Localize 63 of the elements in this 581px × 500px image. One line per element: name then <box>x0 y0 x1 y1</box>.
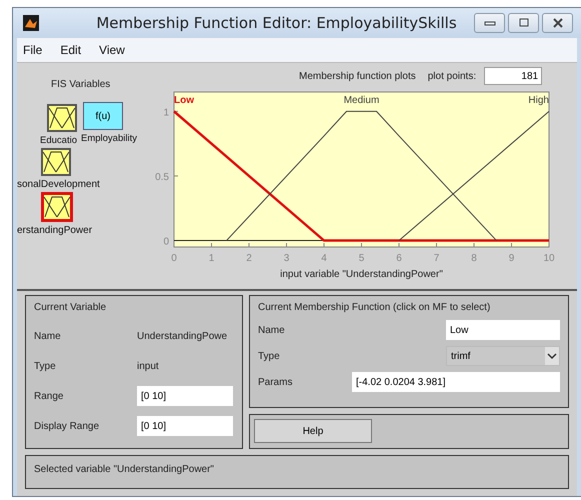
params-field[interactable]: [-4.02 0.0204 3.981] <box>352 372 560 392</box>
field-label: Params <box>258 376 292 388</box>
minimize-icon <box>484 19 496 27</box>
tick-label: 4 <box>321 253 327 264</box>
field-label: Display Range <box>34 420 100 432</box>
input-variable-block[interactable] <box>41 192 73 222</box>
input-variable-block[interactable] <box>41 148 71 176</box>
tick-label: 8 <box>471 253 477 264</box>
type-dropdown[interactable]: trimf <box>446 346 560 366</box>
plot-points-field[interactable]: 181 <box>484 67 542 85</box>
output-variable-block[interactable]: f(u) <box>83 102 123 130</box>
tick-label: 1 <box>208 253 214 264</box>
tick-label: 0 <box>171 253 177 264</box>
window-title: Membership Function Editor: EmployabilitySkills <box>95 14 458 32</box>
status-text: Selected variable "UnderstandingPower" <box>34 464 214 475</box>
name-field[interactable]: Low <box>446 320 560 340</box>
tick-label: 0 <box>163 236 169 248</box>
field-label: Type <box>258 350 280 362</box>
mf-label: High <box>528 95 549 106</box>
caret-icon <box>545 347 559 365</box>
field-label: Range <box>34 390 64 402</box>
tick-label: 0.5 <box>155 172 169 183</box>
panel-title: Current Membership Function (click on MF to select) <box>258 302 492 313</box>
tick-label: 5 <box>358 253 364 264</box>
mf-label: Medium <box>344 95 380 106</box>
menu-item[interactable]: File <box>23 43 42 57</box>
panel-title: Current Variable <box>34 302 108 313</box>
input-field[interactable]: [0 10] <box>137 386 233 406</box>
variable-label: erstandingPower <box>17 225 92 236</box>
axis-title: input variable "UnderstandingPower" <box>280 269 443 280</box>
tick-label: 10 <box>543 253 555 264</box>
tick-label: 7 <box>434 253 440 264</box>
field-value: UnderstandingPowe <box>137 330 228 342</box>
maximize-icon <box>518 18 530 28</box>
minimize-button[interactable] <box>474 13 505 33</box>
tick-label: 9 <box>508 253 514 264</box>
panel-title: FIS Variables <box>51 79 110 90</box>
menu-item[interactable]: View <box>99 43 125 57</box>
maximize-button[interactable] <box>508 13 539 33</box>
close-button[interactable] <box>542 13 573 33</box>
membership-curve[interactable] <box>226 110 497 242</box>
close-icon <box>552 18 564 28</box>
app-logo-icon <box>23 15 39 31</box>
tick-label: 6 <box>396 253 402 264</box>
help-button[interactable]: Help <box>254 419 372 443</box>
plot-points-label: plot points: <box>428 70 476 82</box>
field-value: input <box>137 360 159 372</box>
mf-label: Low <box>174 95 194 106</box>
field-label: Name <box>258 324 285 336</box>
tick-label: 2 <box>246 253 252 264</box>
tick-label: 1 <box>163 107 169 118</box>
tick-label: 3 <box>284 253 290 264</box>
field-label: Type <box>34 360 57 372</box>
variable-label: sonalDevelopment <box>17 179 100 190</box>
input-variable-block[interactable] <box>47 104 77 132</box>
variable-label: Employability <box>81 133 137 144</box>
plot-title: Membership function plots <box>299 70 416 82</box>
variable-label: Educatio <box>40 135 77 146</box>
menu-item[interactable]: Edit <box>60 43 82 57</box>
membership-curve[interactable] <box>398 110 550 242</box>
input-field[interactable]: [0 10] <box>137 416 233 436</box>
membership-curve[interactable] <box>173 110 549 242</box>
field-label: Name <box>34 330 62 342</box>
